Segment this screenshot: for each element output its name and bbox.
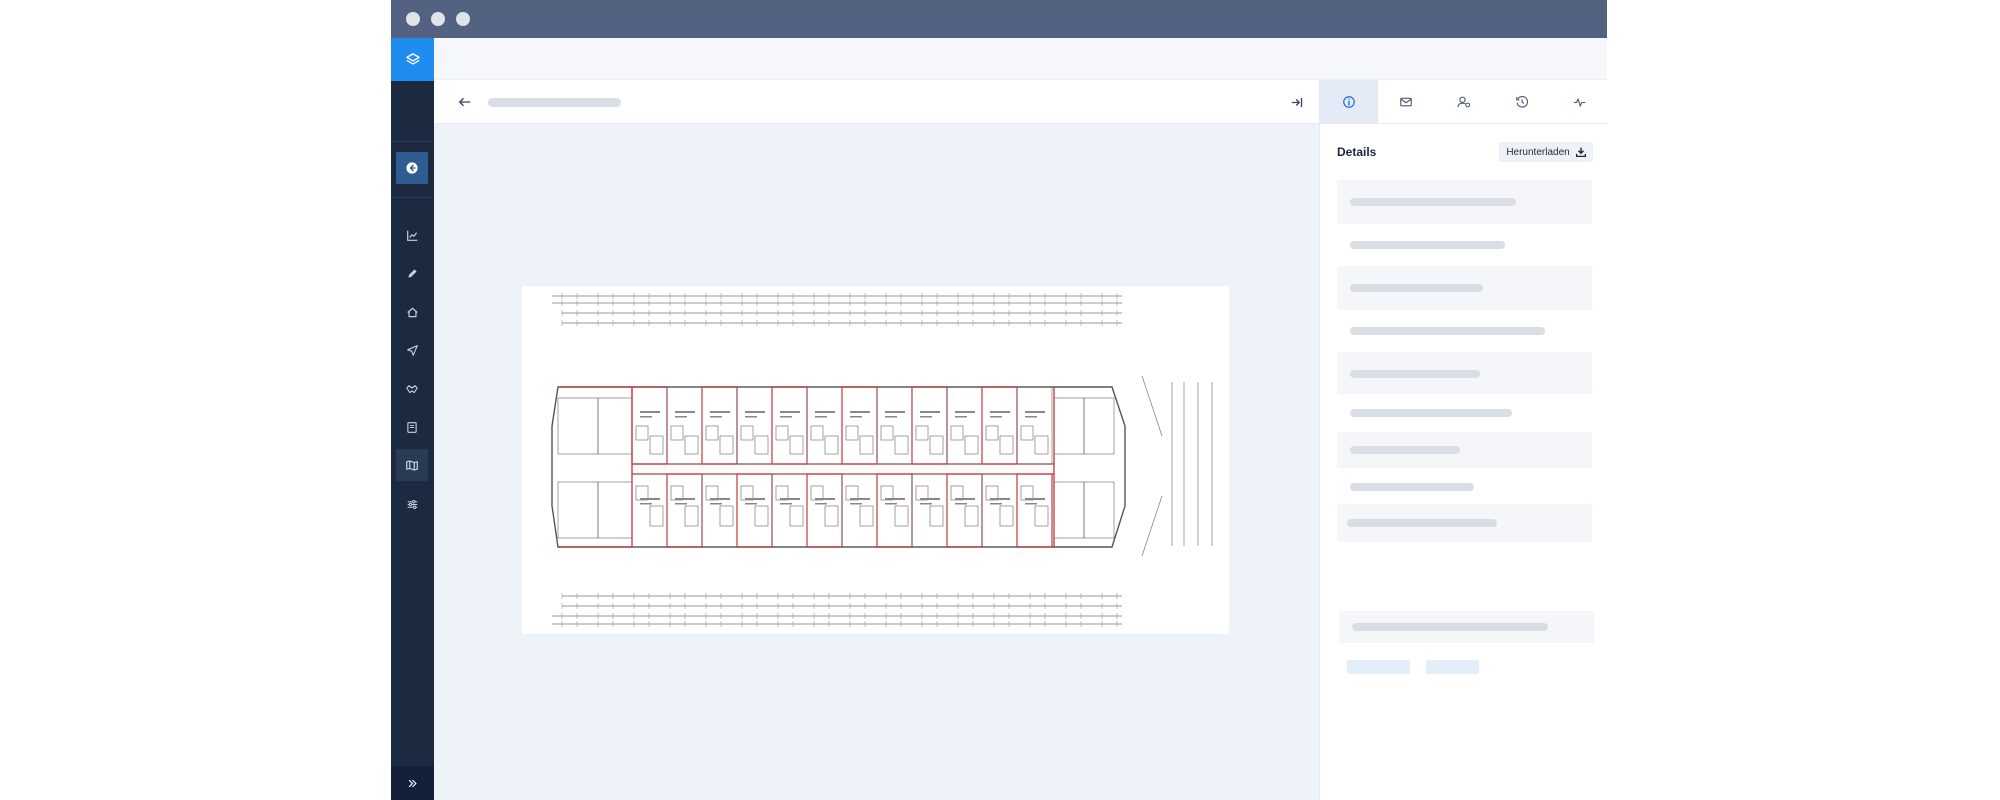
detail-row xyxy=(1337,224,1592,266)
tab-info[interactable] xyxy=(1320,80,1378,124)
detail-placeholder xyxy=(1352,623,1548,631)
detail-row xyxy=(1337,266,1592,310)
download-icon xyxy=(1575,147,1586,157)
sidebar xyxy=(391,38,434,800)
floor-plan-drawing xyxy=(551,293,1213,627)
detail-placeholder xyxy=(1350,241,1505,249)
top-bar xyxy=(434,38,1607,80)
sliders-icon xyxy=(407,499,417,509)
home-icon xyxy=(406,307,418,317)
detail-row xyxy=(1337,432,1592,468)
tab-messages[interactable] xyxy=(1378,80,1436,124)
sidebar-back-button[interactable] xyxy=(396,152,428,184)
detail-row xyxy=(1339,611,1594,643)
chart-line-icon xyxy=(406,230,417,241)
download-button[interactable]: Herunterladen xyxy=(1499,142,1593,162)
envelope-icon xyxy=(1400,97,1413,107)
details-heading: Details xyxy=(1337,145,1377,159)
minimize-dot[interactable] xyxy=(431,12,445,26)
download-label: Herunterladen xyxy=(1506,146,1570,158)
circle-arrow-left-icon xyxy=(406,162,418,174)
detail-placeholder xyxy=(1350,284,1483,292)
sidebar-divider xyxy=(391,141,434,142)
info-icon xyxy=(1342,96,1355,108)
tab-activity[interactable] xyxy=(1550,80,1607,124)
pen-icon xyxy=(407,268,417,278)
sidebar-item-plans[interactable] xyxy=(396,449,428,481)
app-window: Details Herunterladen xyxy=(391,0,1607,800)
sidebar-item-analytics[interactable] xyxy=(396,219,428,251)
arrow-right-to-line-icon xyxy=(1291,97,1303,107)
floor-plan-image xyxy=(522,286,1229,634)
detail-placeholder xyxy=(1350,370,1480,378)
back-button[interactable] xyxy=(454,91,476,113)
close-dot[interactable] xyxy=(406,12,420,26)
activity-icon xyxy=(1573,97,1585,107)
detail-row xyxy=(1337,394,1592,432)
sidebar-item-send[interactable] xyxy=(396,334,428,366)
document-viewer xyxy=(434,80,1319,800)
detail-placeholder xyxy=(1350,327,1545,335)
detail-placeholder xyxy=(1350,198,1516,206)
history-icon xyxy=(1515,96,1528,108)
app-logo[interactable] xyxy=(391,38,434,81)
detail-row xyxy=(1337,504,1592,542)
sidebar-expand-button[interactable] xyxy=(391,766,434,800)
map-icon xyxy=(406,459,418,471)
detail-row xyxy=(1337,468,1592,504)
sidebar-item-partners[interactable] xyxy=(396,373,428,405)
detail-row xyxy=(1337,352,1592,394)
detail-row xyxy=(1337,180,1592,224)
sidebar-item-documents[interactable] xyxy=(396,411,428,443)
maximize-dot[interactable] xyxy=(456,12,470,26)
document-title-placeholder xyxy=(488,98,621,107)
tag-placeholder xyxy=(1347,660,1410,674)
user-settings-icon xyxy=(1457,96,1471,108)
panel-tabs xyxy=(1320,80,1607,124)
sidebar-item-home[interactable] xyxy=(396,296,428,328)
detail-placeholder xyxy=(1350,483,1474,491)
book-icon xyxy=(407,421,417,433)
chevron-double-right-icon xyxy=(408,779,417,787)
layers-icon xyxy=(405,52,420,65)
detail-placeholder xyxy=(1347,519,1497,527)
sidebar-item-edit[interactable] xyxy=(396,257,428,289)
sidebar-item-settings[interactable] xyxy=(396,488,428,520)
tag-placeholder xyxy=(1426,660,1479,674)
paper-plane-icon xyxy=(406,344,418,356)
detail-row xyxy=(1337,310,1592,352)
details-panel: Details Herunterladen xyxy=(1319,80,1607,800)
handshake-icon xyxy=(406,384,418,393)
detail-placeholder xyxy=(1350,409,1512,417)
sidebar-divider xyxy=(391,197,434,198)
tab-permissions[interactable] xyxy=(1435,80,1493,124)
detail-placeholder xyxy=(1350,446,1460,454)
tab-history[interactable] xyxy=(1493,80,1551,124)
collapse-panel-button[interactable] xyxy=(1286,91,1308,113)
viewer-header xyxy=(434,80,1319,124)
arrow-left-icon xyxy=(459,97,471,107)
title-bar xyxy=(391,0,1607,38)
